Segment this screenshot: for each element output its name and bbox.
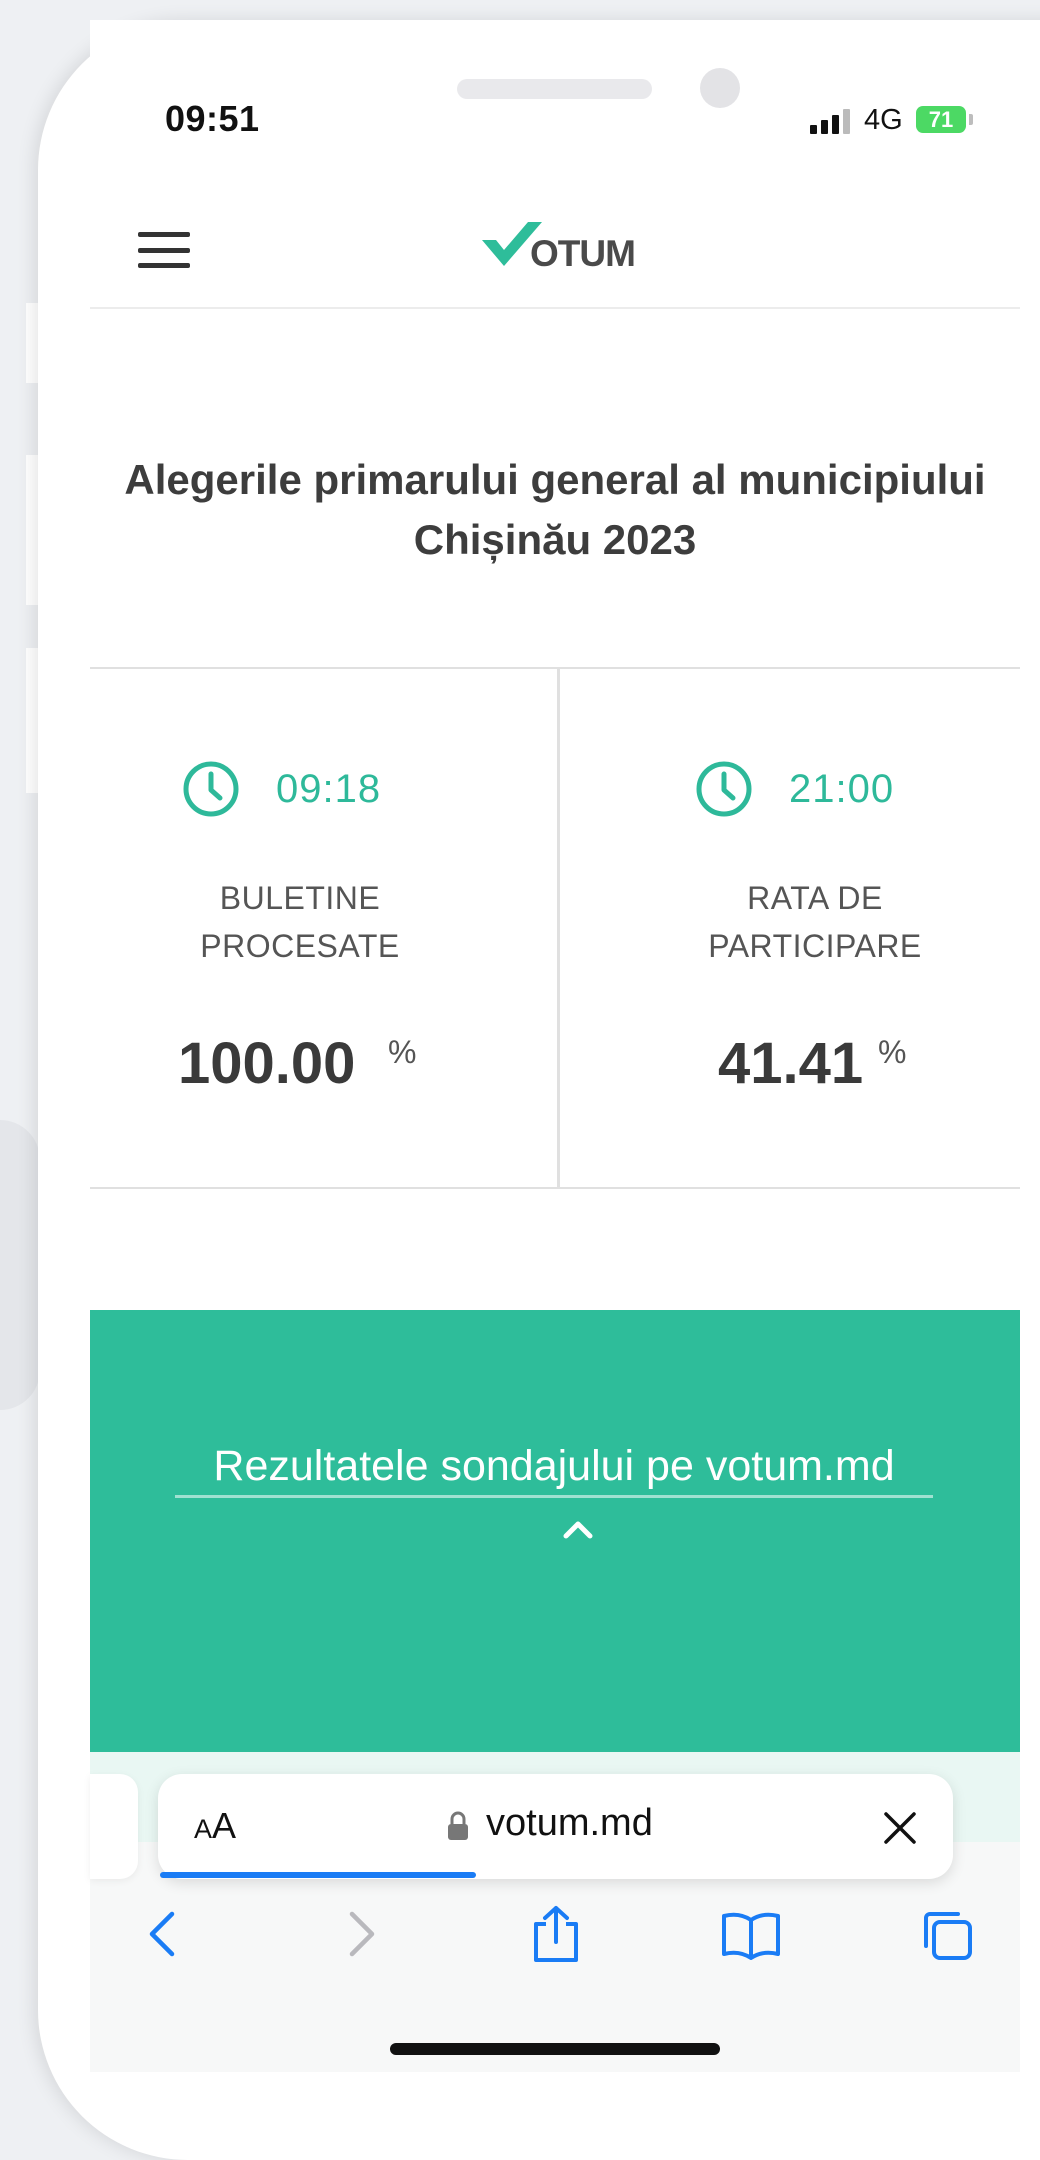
stats-top-divider	[90, 667, 1020, 669]
network-type: 4G	[864, 104, 903, 136]
stat-label: RATA DE PARTICIPARE	[708, 880, 922, 964]
page-title: Alegerile primarului general al municipi…	[124, 456, 986, 563]
stat-value: 100.00	[178, 1031, 356, 1096]
battery-tip	[969, 114, 973, 125]
background-shape	[0, 1120, 40, 1410]
stat-time: 09:18	[276, 766, 382, 811]
share-icon[interactable]	[528, 1904, 584, 1964]
tabs-icon[interactable]	[918, 1908, 976, 1964]
stat-time-row: 09:18	[182, 760, 381, 818]
text-size-button[interactable]: AA	[194, 1805, 236, 1847]
home-indicator[interactable]	[390, 2043, 720, 2055]
previous-tab-pill[interactable]	[90, 1774, 138, 1879]
page-load-progress	[160, 1872, 476, 1878]
stat-unit: %	[388, 1034, 417, 1070]
poll-banner	[90, 1310, 1020, 1755]
stat-label: BULETINE PROCESATE	[200, 880, 400, 964]
front-camera	[700, 68, 740, 108]
speaker-pill	[457, 79, 652, 99]
stat-value: 41.41	[718, 1031, 864, 1096]
header-divider	[90, 307, 1020, 309]
stat-time-row: 21:00	[695, 760, 894, 818]
chevron-up-icon[interactable]	[562, 1518, 594, 1540]
poll-results-link[interactable]: Rezultatele sondajului pe votum.md	[175, 1442, 933, 1498]
bookmarks-icon[interactable]	[720, 1910, 782, 1960]
status-time: 09:51	[165, 98, 260, 139]
clock-icon	[183, 761, 239, 817]
stat-time: 21:00	[789, 766, 895, 811]
battery-icon: 71	[916, 106, 966, 133]
signal-icon	[810, 108, 850, 134]
url-text[interactable]: votum.md	[486, 1802, 653, 1845]
menu-icon[interactable]	[138, 232, 190, 268]
clock-icon	[696, 761, 752, 817]
stats-bottom-divider	[90, 1187, 1020, 1189]
stats-column-divider	[557, 667, 560, 1189]
stat-unit: %	[878, 1034, 907, 1070]
close-icon[interactable]	[880, 1808, 920, 1848]
back-icon[interactable]	[142, 1908, 182, 1960]
votum-logo[interactable]: OTUM	[480, 212, 636, 274]
battery-level: 71	[928, 106, 954, 132]
lock-icon	[448, 1811, 468, 1840]
forward-icon[interactable]	[342, 1908, 382, 1960]
logo-text: OTUM	[530, 233, 636, 274]
